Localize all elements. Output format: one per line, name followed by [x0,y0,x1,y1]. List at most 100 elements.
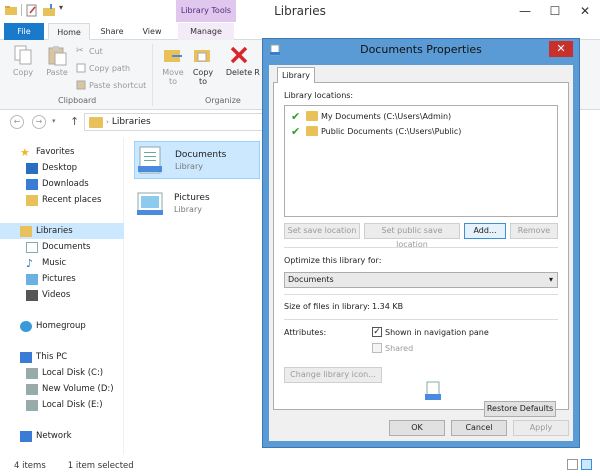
nav-videos-label: Videos [42,290,71,300]
rename-label: R [254,68,260,77]
recent-locations-chevron-icon[interactable]: ▾ [52,117,56,125]
set-public-save-location-button[interactable]: Set public save location [364,223,460,249]
tab-share[interactable]: Share [94,23,130,40]
nav-music[interactable]: ♪ Music [0,255,124,271]
status-bar: 4 items 1 item selected [0,456,600,476]
title-bar: ▾ Library Tools Libraries — ☐ ✕ [0,0,600,23]
location-item[interactable]: ✔ My Documents (C:\Users\Admin) [291,109,451,123]
tab-manage[interactable]: Manage [178,23,234,40]
cancel-button[interactable]: Cancel [451,420,507,436]
content-pane: Documents Library Pictures Library [128,138,264,454]
set-save-location-button[interactable]: Set save location [284,223,360,239]
nav-videos[interactable]: Videos [0,287,124,303]
paste-shortcut-label: Paste shortcut [89,80,147,90]
nav-libraries[interactable]: Libraries [0,223,124,239]
shown-in-navigation-label: Shown in navigation pane [385,328,489,337]
nav-recent-places[interactable]: Recent places [0,192,124,208]
nav-desktop[interactable]: Desktop [0,160,124,176]
move-to-button[interactable]: Move to [156,44,190,86]
copy-to-button[interactable]: Copy to [186,44,220,86]
nav-recent-label: Recent places [42,195,102,205]
delete-icon [228,44,250,66]
library-name: Documents [175,149,227,160]
divider [284,294,558,295]
library-name: Pictures [174,192,210,203]
shared-checkbox[interactable] [372,343,382,353]
nav-homegroup[interactable]: Homegroup [0,318,124,334]
selection-count: 1 item selected [67,461,134,471]
close-button[interactable]: ✕ [570,0,600,22]
network-icon [20,430,32,442]
change-library-icon-button[interactable]: Change library icon... [284,367,382,383]
location-name: Public Documents (C:\Users\Public) [321,126,462,136]
cut-label: Cut [89,46,103,56]
apply-button[interactable]: Apply [513,420,569,436]
library-locations-label: Library locations: [284,91,354,100]
library-item-pictures[interactable]: Pictures Library [134,184,260,222]
nav-local-c-label: Local Disk (C:) [42,368,104,378]
copy-path-button[interactable]: Copy path [76,63,130,73]
nav-favorites[interactable]: ★ Favorites [0,144,124,160]
dialog-close-button[interactable]: ✕ [549,41,573,57]
library-preview-icon [424,381,442,401]
copy-button[interactable]: Copy [6,44,40,77]
tab-view[interactable]: View [134,23,170,40]
delete-label: Delete [225,68,253,77]
drive-icon [26,399,38,411]
delete-button[interactable]: Delete [222,44,256,77]
nav-documents[interactable]: Documents [0,239,124,255]
library-locations-list[interactable]: ✔ My Documents (C:\Users\Admin) ✔ Public… [284,105,558,217]
paste-shortcut-icon [76,80,86,90]
location-item[interactable]: ✔ Public Documents (C:\Users\Public) [291,124,461,138]
nav-network-label: Network [36,431,72,441]
up-button[interactable]: ↑ [70,115,79,128]
nav-pictures[interactable]: Pictures [0,271,124,287]
downloads-icon [26,178,38,190]
move-to-label: Move [162,68,184,77]
nav-music-label: Music [42,258,67,268]
save-location-check-icon: ✔ [291,109,301,123]
maximize-button[interactable]: ☐ [540,0,570,22]
divider [284,319,558,320]
paste-shortcut-button[interactable]: Paste shortcut [76,80,146,90]
rename-button[interactable]: R [252,44,262,77]
forward-button[interactable]: → [32,115,46,129]
tab-file[interactable]: File [4,23,44,40]
paste-button[interactable]: Paste [40,44,74,77]
ok-button[interactable]: OK [389,420,445,436]
clipboard-group-label: Clipboard [58,96,97,105]
public-save-location-check-icon: ✔ [291,124,301,138]
library-item-documents[interactable]: Documents Library [134,141,260,179]
nav-homegroup-label: Homegroup [36,321,86,331]
size-label: Size of files in library: [284,302,370,311]
nav-desktop-label: Desktop [42,163,78,173]
details-view-icon[interactable] [567,459,578,470]
tab-library[interactable]: Library [277,67,315,83]
restore-defaults-button[interactable]: Restore Defaults [484,401,556,417]
remove-button[interactable]: Remove [510,223,558,239]
copy-to-label: Copy [192,68,214,77]
add-button[interactable]: Add... [464,223,506,239]
tab-home[interactable]: Home [48,23,90,40]
nav-favorites-label: Favorites [36,147,75,157]
address-field[interactable]: › Libraries [84,113,264,131]
nav-new-volume-d[interactable]: New Volume (D:) [0,381,124,397]
address-path: Libraries [111,117,151,127]
cut-button[interactable]: ✂ Cut [76,46,103,56]
scissors-icon: ✂ [76,46,84,56]
nav-this-pc[interactable]: This PC [0,349,124,365]
optimize-select[interactable]: Documents ▾ [284,272,558,288]
nav-network[interactable]: Network [0,428,124,444]
shared-label: Shared [385,344,414,353]
nav-local-disk-e[interactable]: Local Disk (E:) [0,397,124,413]
copy-path-label: Copy path [89,63,131,73]
library-type: Library [174,204,202,214]
nav-local-disk-c[interactable]: Local Disk (C:) [0,365,124,381]
back-button[interactable]: ← [10,115,24,129]
dialog-title: Documents Properties [360,43,482,56]
minimize-button[interactable]: — [510,0,540,22]
nav-downloads[interactable]: Downloads [0,176,124,192]
navigation-pane: ★ Favorites Desktop Downloads Recent pla… [0,138,124,454]
shown-in-navigation-checkbox[interactable]: ✓ [372,327,382,337]
large-icons-view-icon[interactable] [581,459,592,470]
